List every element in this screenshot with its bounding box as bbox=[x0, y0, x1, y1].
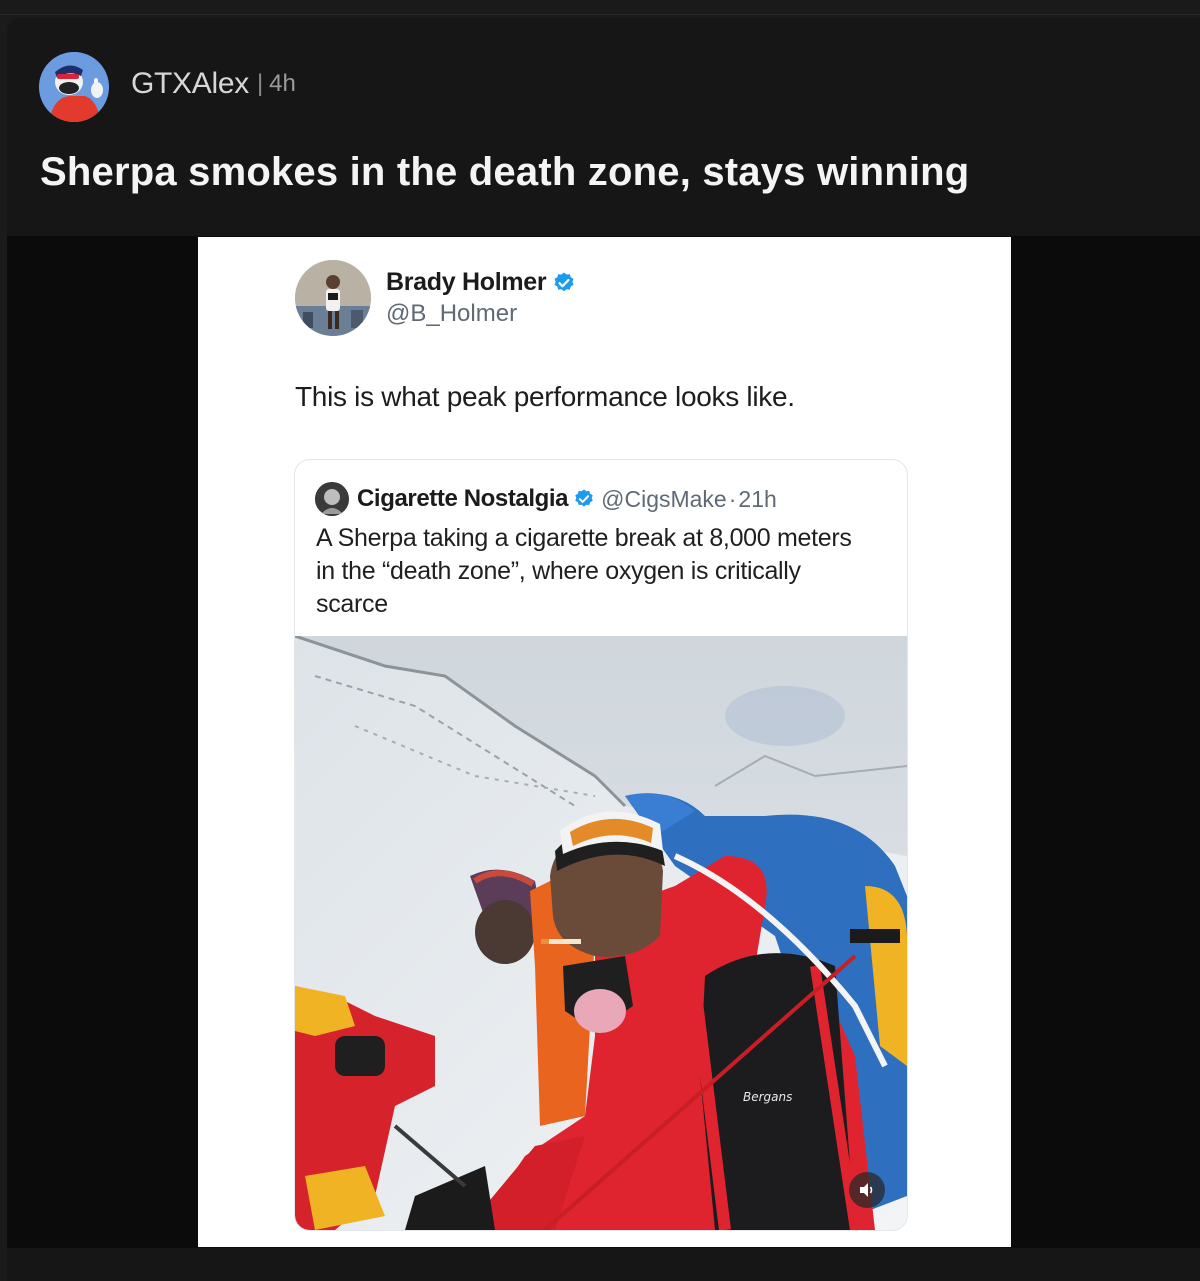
quoted-timestamp: 21h bbox=[738, 485, 777, 512]
sherpa-photo: Bergans bbox=[295, 636, 907, 1230]
post-title[interactable]: Sherpa smokes in the death zone, stays w… bbox=[40, 150, 969, 195]
tweet-author-name: Brady Holmer bbox=[386, 268, 547, 296]
tweet-author-handle: @B_Holmer bbox=[386, 300, 518, 327]
author-row: GTXAlex | 4h bbox=[131, 66, 296, 102]
quoted-author-handle: @CigsMake bbox=[601, 485, 727, 512]
tweet-author-avatar bbox=[295, 260, 371, 336]
author-name[interactable]: GTXAlex bbox=[131, 67, 249, 101]
quoted-tweet-text: A Sherpa taking a cigarette break at 8,0… bbox=[316, 524, 852, 618]
tweet-screenshot-image[interactable]: Brady Holmer @B_Holmer This is what peak… bbox=[198, 237, 1011, 1247]
bergans-logo: Bergans bbox=[743, 1090, 792, 1104]
quoted-meta-dot: · bbox=[728, 485, 737, 512]
speaker-icon bbox=[860, 1183, 873, 1197]
post-footer bbox=[7, 1248, 1200, 1281]
post-header: GTXAlex | 4h Sherpa smokes in the death … bbox=[7, 18, 1200, 236]
author-avatar[interactable] bbox=[39, 52, 109, 122]
post-timestamp: 4h bbox=[269, 70, 296, 97]
quoted-tweet-header: Cigarette Nostalgia @CigsMake · 21h bbox=[315, 482, 777, 516]
quoted-verified-badge-icon bbox=[573, 488, 595, 510]
goofy-avatar-icon bbox=[39, 52, 109, 122]
tweet-name-row: Brady Holmer bbox=[386, 268, 576, 297]
verified-badge-icon bbox=[552, 271, 576, 295]
meta-separator: | bbox=[256, 70, 264, 97]
quoted-author-avatar bbox=[315, 482, 349, 516]
page: GTXAlex | 4h Sherpa smokes in the death … bbox=[0, 0, 1200, 1281]
mute-toggle-button[interactable] bbox=[849, 1172, 885, 1208]
tweet-text: This is what peak performance looks like… bbox=[295, 381, 795, 412]
quoted-author-name: Cigarette Nostalgia bbox=[357, 485, 569, 512]
quoted-tweet: Cigarette Nostalgia @CigsMake · 21h A Sh… bbox=[294, 459, 908, 1231]
top-bar bbox=[0, 0, 1200, 15]
